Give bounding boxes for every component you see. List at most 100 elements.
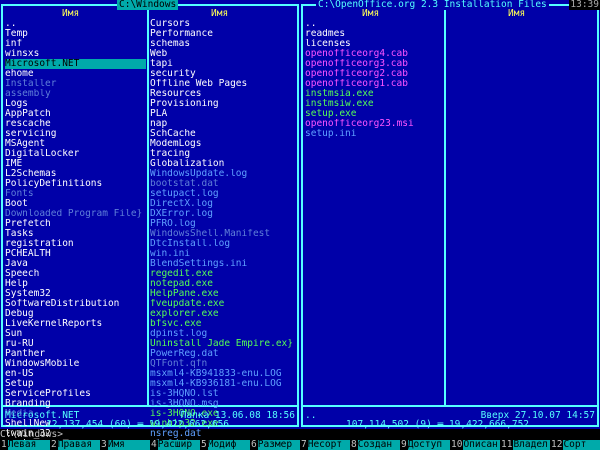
file-list-item[interactable]: System32 <box>5 289 146 299</box>
file-list-item[interactable]: Debug <box>5 309 146 319</box>
file-list-item[interactable]: setup.exe <box>305 109 443 119</box>
file-list-item[interactable]: QTFont.qfn <box>150 359 296 369</box>
file-list-item[interactable]: tracing <box>150 149 296 159</box>
file-list-item[interactable]: win.ini <box>150 249 296 259</box>
file-list-item[interactable]: is-3HQNO.msg <box>150 399 296 409</box>
file-list-item[interactable]: ru-RU <box>5 339 146 349</box>
file-list-item[interactable]: IME <box>5 159 146 169</box>
file-list-item[interactable]: readmes <box>305 29 443 39</box>
file-list-item[interactable]: openofficeorg1.cab <box>305 79 443 89</box>
file-list-item[interactable]: instmsia.exe <box>305 89 443 99</box>
file-list-item[interactable]: bootstat.dat <box>150 179 296 189</box>
file-list-item[interactable]: Boot <box>5 199 146 209</box>
file-list-item[interactable]: Offline Web Pages <box>150 79 296 89</box>
function-key-f5[interactable]: 5 Модиф <box>200 440 250 450</box>
function-key-f11[interactable]: 11 Владел <box>500 440 550 450</box>
file-list-item[interactable]: msxml4-KB941833-enu.LOG <box>150 369 296 379</box>
file-list-item[interactable]: PowerReg.dat <box>150 349 296 359</box>
file-list-item[interactable]: Uninstall Jade Empire.ex} <box>150 339 296 349</box>
file-list-item[interactable]: Branding <box>5 399 146 409</box>
left-col2-header[interactable]: Имя <box>211 9 228 19</box>
file-list-item[interactable]: PFRO.log <box>150 219 296 229</box>
file-list-item[interactable]: openofficeorg2.cab <box>305 69 443 79</box>
file-list-item[interactable]: inf <box>5 39 146 49</box>
function-key-f9[interactable]: 9 Доступ <box>400 440 450 450</box>
file-list-item[interactable]: Java <box>5 259 146 269</box>
file-list-item[interactable]: fveupdate.exe <box>150 299 296 309</box>
file-list-item[interactable]: Downloaded Program File} <box>5 209 146 219</box>
file-list-item[interactable]: setup.ini <box>305 129 443 139</box>
file-list-item[interactable]: Logs <box>5 99 146 109</box>
file-list-item[interactable]: Globalization <box>150 159 296 169</box>
file-list-item[interactable]: servicing <box>5 129 146 139</box>
file-list-item[interactable]: registration <box>5 239 146 249</box>
file-list-item[interactable]: Fonts <box>5 189 146 199</box>
function-key-f12[interactable]: 12 Сорт <box>550 440 600 450</box>
function-key-f4[interactable]: 4 Расшир <box>150 440 200 450</box>
function-key-f2[interactable]: 2 Правая <box>50 440 100 450</box>
file-list-item[interactable]: HelpPane.exe <box>150 289 296 299</box>
file-list-item[interactable]: DirectX.log <box>150 199 296 209</box>
left-col1-header[interactable]: Имя <box>62 9 79 19</box>
file-list-item[interactable]: assembly <box>5 89 146 99</box>
right-panel[interactable]: C:\OpenOffice.org 2.3 Installation Files… <box>300 0 600 430</box>
function-key-f1[interactable]: 1 Левая <box>0 440 50 450</box>
file-list-item[interactable]: dpinst.log <box>150 329 296 339</box>
file-list-item[interactable]: WindowsShell.Manifest <box>150 229 296 239</box>
file-list-item[interactable]: Tasks <box>5 229 146 239</box>
left-panel-title[interactable]: C:\Windows <box>117 0 179 10</box>
file-list-item[interactable]: Prefetch <box>5 219 146 229</box>
file-list-item[interactable]: Temp <box>5 29 146 39</box>
file-list-item[interactable]: PCHEALTH <box>5 249 146 259</box>
file-list-item[interactable]: openofficeorg3.cab <box>305 59 443 69</box>
function-key-f3[interactable]: 3 Имя <box>100 440 150 450</box>
file-list-item[interactable]: schemas <box>150 39 296 49</box>
file-list-item[interactable]: Web <box>150 49 296 59</box>
file-list-item[interactable]: Installer <box>5 79 146 89</box>
file-list-item[interactable]: L2Schemas <box>5 169 146 179</box>
file-list-item[interactable]: rescache <box>5 119 146 129</box>
file-list-item[interactable]: notepad.exe <box>150 279 296 289</box>
file-list-item[interactable]: winsxs <box>5 49 146 59</box>
right-col2-header[interactable]: Имя <box>508 9 525 19</box>
file-list-item[interactable]: openofficeorg4.cab <box>305 49 443 59</box>
file-list-item[interactable]: msxml4-KB936181-enu.LOG <box>150 379 296 389</box>
file-list-item[interactable]: Panther <box>5 349 146 359</box>
file-list-item[interactable]: DigitalLocker <box>5 149 146 159</box>
file-list-item[interactable]: ehome <box>5 69 146 79</box>
file-list-item[interactable]: Performance <box>150 29 296 39</box>
file-list-item[interactable]: Help <box>5 279 146 289</box>
file-list-item[interactable]: nap <box>150 119 296 129</box>
file-list-item[interactable]: bfsvc.exe <box>150 319 296 329</box>
file-list-item[interactable]: licenses <box>305 39 443 49</box>
command-line[interactable]: C:\Windows>_ <box>0 430 600 440</box>
file-list-item[interactable]: .. <box>5 19 146 29</box>
file-list-item[interactable]: .. <box>305 19 443 29</box>
file-list-item[interactable]: Setup <box>5 379 146 389</box>
function-key-f8[interactable]: 8 Создан <box>350 440 400 450</box>
file-list-item[interactable]: AppPatch <box>5 109 146 119</box>
file-list-item[interactable]: PLA <box>150 109 296 119</box>
function-key-f7[interactable]: 7 Несорт <box>300 440 350 450</box>
file-list-item[interactable]: Cursors <box>150 19 296 29</box>
file-list-item[interactable]: SoftwareDistribution <box>5 299 146 309</box>
file-list-item[interactable]: DXError.log <box>150 209 296 219</box>
file-list-item[interactable]: DtcInstall.log <box>150 239 296 249</box>
file-list-item[interactable]: en-US <box>5 369 146 379</box>
file-list-item[interactable]: LiveKernelReports <box>5 319 146 329</box>
file-list-item[interactable]: ModemLogs <box>150 139 296 149</box>
right-col1-header[interactable]: Имя <box>362 9 379 19</box>
file-list-item[interactable]: regedit.exe <box>150 269 296 279</box>
file-list-item[interactable]: WindowsUpdate.log <box>150 169 296 179</box>
file-list-item[interactable]: tapi <box>150 59 296 69</box>
file-list-item[interactable]: BlendSettings.ini <box>150 259 296 269</box>
file-list-item[interactable]: MSAgent <box>5 139 146 149</box>
file-list-item[interactable]: PolicyDefinitions <box>5 179 146 189</box>
left-panel[interactable]: C:\Windows Имя Имя .. Temp inf winsxs Micros… <box>0 0 300 449</box>
file-list-item[interactable]: instmsiw.exe <box>305 99 443 109</box>
file-list-item[interactable]: WindowsMobile <box>5 359 146 369</box>
file-list-item[interactable]: explorer.exe <box>150 309 296 319</box>
file-list-item[interactable]: SchCache <box>150 129 296 139</box>
file-list-item[interactable]: Resources <box>150 89 296 99</box>
function-key-f10[interactable]: 10 Описан <box>450 440 500 450</box>
